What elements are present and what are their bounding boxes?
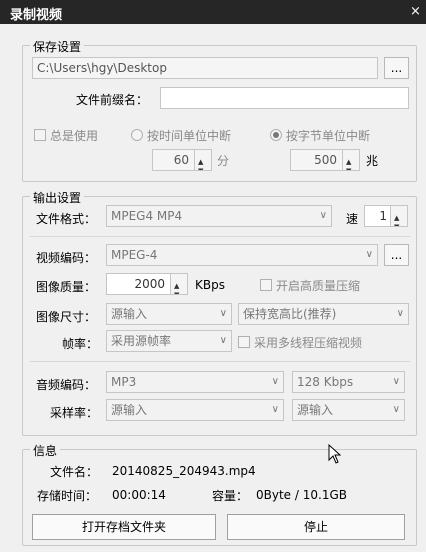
title-bar: [0, 0, 426, 24]
image-size-select[interactable]: 源输入 ∨: [106, 303, 232, 325]
mouse-cursor-icon: [328, 444, 342, 464]
storage-time-label: 存储时间：: [37, 489, 98, 503]
always-use-label: 总是使用: [50, 129, 99, 143]
save-path-field[interactable]: C:\Users\hgy\Desktop: [32, 57, 378, 79]
time-unit-label: 分: [217, 154, 230, 168]
vcodec-label: 视频编码：: [36, 251, 97, 265]
chevron-down-icon: ∨: [219, 335, 227, 346]
chevron-down-icon: ∨: [365, 249, 373, 260]
channel-select[interactable]: 源输入 ∨: [292, 399, 405, 421]
acodec-label: 音频编码：: [36, 378, 97, 392]
quality-spinner[interactable]: 2000 ▲ ▼: [106, 273, 188, 295]
multithread-checkbox[interactable]: [238, 336, 250, 348]
time-spin-buttons[interactable]: ▲ ▼: [194, 150, 211, 170]
quality-unit: KBps: [195, 278, 225, 292]
spin-down-icon[interactable]: ▼: [198, 161, 203, 170]
chevron-down-icon: ∨: [271, 404, 279, 415]
quality-spin-buttons[interactable]: ▲ ▼: [170, 274, 187, 294]
speed-label: 速: [346, 212, 359, 226]
filename-value: 20140825_204943.mp4: [112, 464, 256, 478]
image-size-label: 图像尺寸：: [36, 310, 97, 324]
capacity-value: 0Byte / 10.1GB: [256, 488, 347, 502]
quality-label: 图像质量：: [36, 280, 97, 294]
divider: [30, 236, 410, 237]
speed-spin-buttons[interactable]: ▲ ▼: [390, 206, 407, 226]
chevron-down-icon: ∨: [319, 210, 327, 221]
aspect-value: 保持宽高比(推荐): [243, 307, 337, 321]
time-value: 60: [173, 153, 189, 167]
prefix-label: 文件前缀名：: [76, 93, 149, 107]
save-settings-label: 保存设置: [30, 38, 85, 55]
browse-path-button[interactable]: ...: [384, 57, 409, 79]
vcodec-select[interactable]: MPEG-4 ∨: [106, 244, 378, 266]
prefix-input[interactable]: [160, 87, 409, 109]
format-value: MPEG4 MP4: [111, 209, 183, 223]
hq-compress-checkbox[interactable]: [260, 279, 272, 291]
split-time-label: 按时间单位中断: [147, 129, 232, 143]
capacity-label: 容量：: [212, 489, 249, 503]
window-title: 录制视频: [10, 8, 63, 23]
split-time-radio[interactable]: [131, 129, 143, 141]
sample-rate-select[interactable]: 源输入 ∨: [106, 399, 284, 421]
format-label: 文件格式：: [36, 212, 97, 226]
image-size-value: 源输入: [111, 307, 148, 321]
quality-value: 2000: [134, 277, 165, 291]
size-spinner[interactable]: 500 ▲ ▼: [290, 149, 360, 171]
close-icon[interactable]: ×: [410, 4, 421, 19]
channel-value: 源输入: [297, 403, 334, 417]
divider: [30, 361, 410, 362]
spin-down-icon[interactable]: ▼: [174, 285, 179, 294]
output-settings-label: 输出设置: [30, 189, 85, 206]
acodec-select[interactable]: MP3 ∨: [106, 371, 284, 393]
sample-rate-value: 源输入: [111, 403, 148, 417]
abitrate-select[interactable]: 128 Kbps ∨: [292, 371, 405, 393]
speed-value: 1: [379, 209, 387, 223]
size-value: 500: [314, 153, 337, 167]
speed-spinner[interactable]: 1 ▲ ▼: [364, 205, 408, 227]
spin-down-icon[interactable]: ▼: [346, 161, 351, 170]
fps-select[interactable]: 采用源帧率 ∨: [106, 330, 232, 352]
vcodec-value: MPEG-4: [111, 248, 158, 262]
chevron-down-icon: ∨: [271, 376, 279, 387]
multithread-label: 采用多线程压缩视频: [254, 336, 363, 350]
time-spinner[interactable]: 60 ▲ ▼: [152, 149, 212, 171]
fps-label: 帧率：: [62, 337, 99, 351]
format-select[interactable]: MPEG4 MP4 ∨: [106, 205, 332, 227]
open-folder-button[interactable]: 打开存档文件夹: [32, 514, 216, 540]
size-unit-label: 兆: [366, 154, 379, 168]
vcodec-settings-button[interactable]: ...: [384, 244, 409, 266]
split-size-radio[interactable]: [270, 129, 282, 141]
fps-value: 采用源帧率: [111, 334, 172, 348]
filename-label: 文件名：: [50, 465, 99, 479]
aspect-select[interactable]: 保持宽高比(推荐) ∨: [238, 303, 409, 325]
chevron-down-icon: ∨: [392, 404, 400, 415]
sample-rate-label: 采样率：: [50, 406, 99, 420]
split-size-label: 按字节单位中断: [286, 129, 371, 143]
storage-time-value: 00:00:14: [112, 488, 166, 502]
always-use-checkbox[interactable]: [34, 129, 46, 141]
spin-down-icon[interactable]: ▼: [394, 217, 399, 226]
abitrate-value: 128 Kbps: [297, 375, 354, 389]
stop-button[interactable]: 停止: [227, 514, 405, 540]
chevron-down-icon: ∨: [392, 376, 400, 387]
chevron-down-icon: ∨: [396, 308, 404, 319]
info-label: 信息: [30, 442, 61, 459]
size-spin-buttons[interactable]: ▲ ▼: [342, 150, 359, 170]
acodec-value: MP3: [111, 375, 137, 389]
hq-compress-label: 开启高质量压缩: [276, 279, 361, 293]
chevron-down-icon: ∨: [219, 308, 227, 319]
